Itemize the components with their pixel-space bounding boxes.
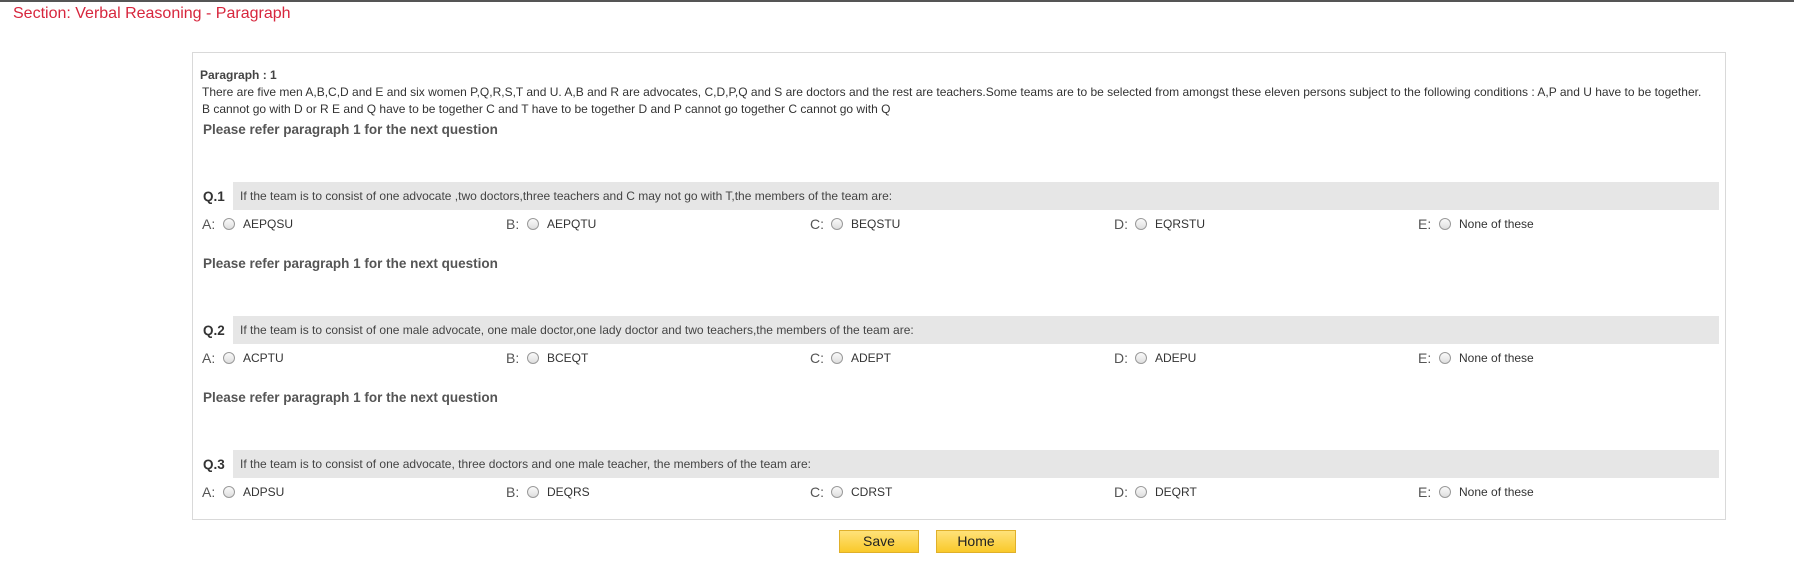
option-b[interactable]: B: BCEQT <box>506 350 588 366</box>
option-a[interactable]: A: AEPQSU <box>202 216 293 232</box>
option-label: ADEPT <box>851 351 892 365</box>
option-label: BEQSTU <box>851 217 901 231</box>
question-text: If the team is to consist of one advocat… <box>233 182 1719 210</box>
option-radio[interactable] <box>223 352 235 364</box>
option-radio[interactable] <box>1135 352 1147 364</box>
option-label: AEPQSU <box>243 217 294 231</box>
save-button[interactable]: Save <box>839 530 919 553</box>
option-label: CDRST <box>851 485 893 499</box>
question-text: If the team is to consist of one male ad… <box>233 316 1719 344</box>
option-letter: A: <box>202 484 216 500</box>
question-number: Q.2 <box>203 323 225 338</box>
option-d[interactable]: D: ADEPU <box>1114 350 1196 366</box>
question-panel: Paragraph : 1 There are five men A,B,C,D… <box>192 52 1726 520</box>
paragraph-label: Paragraph : 1 <box>200 68 277 82</box>
option-radio[interactable] <box>1439 486 1451 498</box>
option-letter: C: <box>810 216 824 232</box>
option-e[interactable]: E: None of these <box>1418 216 1534 232</box>
option-label: BCEQT <box>547 351 589 365</box>
option-radio[interactable] <box>831 218 843 230</box>
option-b[interactable]: B: DEQRS <box>506 484 590 500</box>
option-radio[interactable] <box>831 352 843 364</box>
question-text: If the team is to consist of one advocat… <box>233 450 1719 478</box>
option-radio[interactable] <box>223 218 235 230</box>
option-label: EQRSTU <box>1155 217 1206 231</box>
refer-note: Please refer paragraph 1 for the next qu… <box>203 390 498 405</box>
refer-note: Please refer paragraph 1 for the next qu… <box>203 256 498 271</box>
question-number: Q.1 <box>203 189 225 204</box>
option-e[interactable]: E: None of these <box>1418 350 1534 366</box>
option-radio[interactable] <box>831 486 843 498</box>
question-number: Q.3 <box>203 457 225 472</box>
option-label: ACPTU <box>243 351 284 365</box>
option-radio[interactable] <box>527 218 539 230</box>
option-radio[interactable] <box>1135 486 1147 498</box>
option-letter: E: <box>1418 484 1432 500</box>
option-label: AEPQTU <box>547 217 597 231</box>
option-d[interactable]: D: DEQRT <box>1114 484 1197 500</box>
option-letter: B: <box>506 350 520 366</box>
option-letter: A: <box>202 350 216 366</box>
option-label: ADPSU <box>243 485 285 499</box>
option-c[interactable]: C: ADEPT <box>810 350 891 366</box>
option-label: ADEPU <box>1155 351 1197 365</box>
option-radio[interactable] <box>527 486 539 498</box>
option-letter: C: <box>810 484 824 500</box>
option-letter: E: <box>1418 350 1432 366</box>
option-c[interactable]: C: BEQSTU <box>810 216 900 232</box>
option-radio[interactable] <box>527 352 539 364</box>
option-label: None of these <box>1459 217 1534 231</box>
option-letter: B: <box>506 216 520 232</box>
option-letter: B: <box>506 484 520 500</box>
option-c[interactable]: C: CDRST <box>810 484 892 500</box>
option-label: None of these <box>1459 485 1534 499</box>
option-radio[interactable] <box>1439 218 1451 230</box>
option-letter: A: <box>202 216 216 232</box>
option-letter: D: <box>1114 216 1128 232</box>
home-button[interactable]: Home <box>936 530 1016 553</box>
option-b[interactable]: B: AEPQTU <box>506 216 596 232</box>
option-e[interactable]: E: None of these <box>1418 484 1534 500</box>
option-a[interactable]: A: ACPTU <box>202 350 284 366</box>
option-a[interactable]: A: ADPSU <box>202 484 284 500</box>
option-letter: D: <box>1114 350 1128 366</box>
option-label: DEQRT <box>1155 485 1197 499</box>
option-letter: D: <box>1114 484 1128 500</box>
refer-note: Please refer paragraph 1 for the next qu… <box>203 122 498 137</box>
option-radio[interactable] <box>223 486 235 498</box>
option-radio[interactable] <box>1135 218 1147 230</box>
option-label: DEQRS <box>547 485 590 499</box>
option-label: None of these <box>1459 351 1534 365</box>
option-letter: C: <box>810 350 824 366</box>
option-letter: E: <box>1418 216 1432 232</box>
option-d[interactable]: D: EQRSTU <box>1114 216 1205 232</box>
section-title: Section: Verbal Reasoning - Paragraph <box>13 5 291 22</box>
paragraph-text: There are five men A,B,C,D and E and six… <box>202 85 1702 116</box>
option-radio[interactable] <box>1439 352 1451 364</box>
